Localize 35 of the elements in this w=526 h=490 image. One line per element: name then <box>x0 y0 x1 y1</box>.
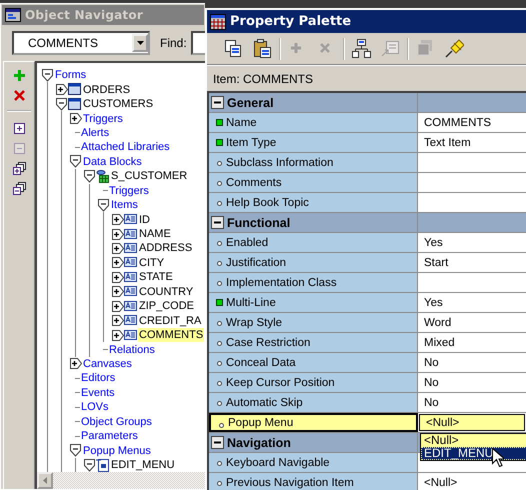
section-title: Navigation <box>227 436 291 450</box>
property-name: Wrap Style <box>226 316 282 328</box>
section-title: General <box>227 96 274 110</box>
property-value: No <box>424 356 439 368</box>
property-name: Case Restriction <box>226 336 310 348</box>
property-value: COMMENTS <box>424 116 492 128</box>
property-name: Justification <box>226 256 286 268</box>
window-title: Property Palette <box>230 14 352 29</box>
property-value: Mixed <box>424 336 455 348</box>
property-name: Keep Cursor Position <box>226 376 335 388</box>
property-value: Start <box>424 256 448 268</box>
property-name: Automatic Skip <box>226 396 303 408</box>
item-caption: Item: COMMENTS <box>213 72 314 86</box>
property-value: Yes <box>424 236 443 248</box>
property-name: Conceal Data <box>226 356 296 368</box>
property-value: No <box>424 376 439 388</box>
property-value: Word <box>424 316 452 328</box>
property-name: Comments <box>226 176 282 188</box>
window-title: Object Navigator <box>25 8 143 22</box>
property-name: Name <box>226 116 257 128</box>
property-name: Implementation Class <box>226 276 337 288</box>
property-name: Popup Menu <box>228 416 294 428</box>
property-name: Multi-Line <box>226 296 276 308</box>
property-name: Item Type <box>226 136 276 148</box>
property-name: Keyboard Navigable <box>226 456 330 468</box>
property-value: <Null> <box>424 476 458 488</box>
property-value: No <box>424 396 439 408</box>
property-value: Text Item <box>424 136 471 148</box>
property-name: Subclass Information <box>226 156 334 168</box>
find-label: Find: <box>160 36 187 50</box>
property-name: Help Book Topic <box>226 196 309 208</box>
property-name: Previous Navigation Item <box>226 476 354 488</box>
section-title: Functional <box>227 216 290 230</box>
property-name: Enabled <box>226 236 268 248</box>
property-value: Yes <box>424 296 443 308</box>
